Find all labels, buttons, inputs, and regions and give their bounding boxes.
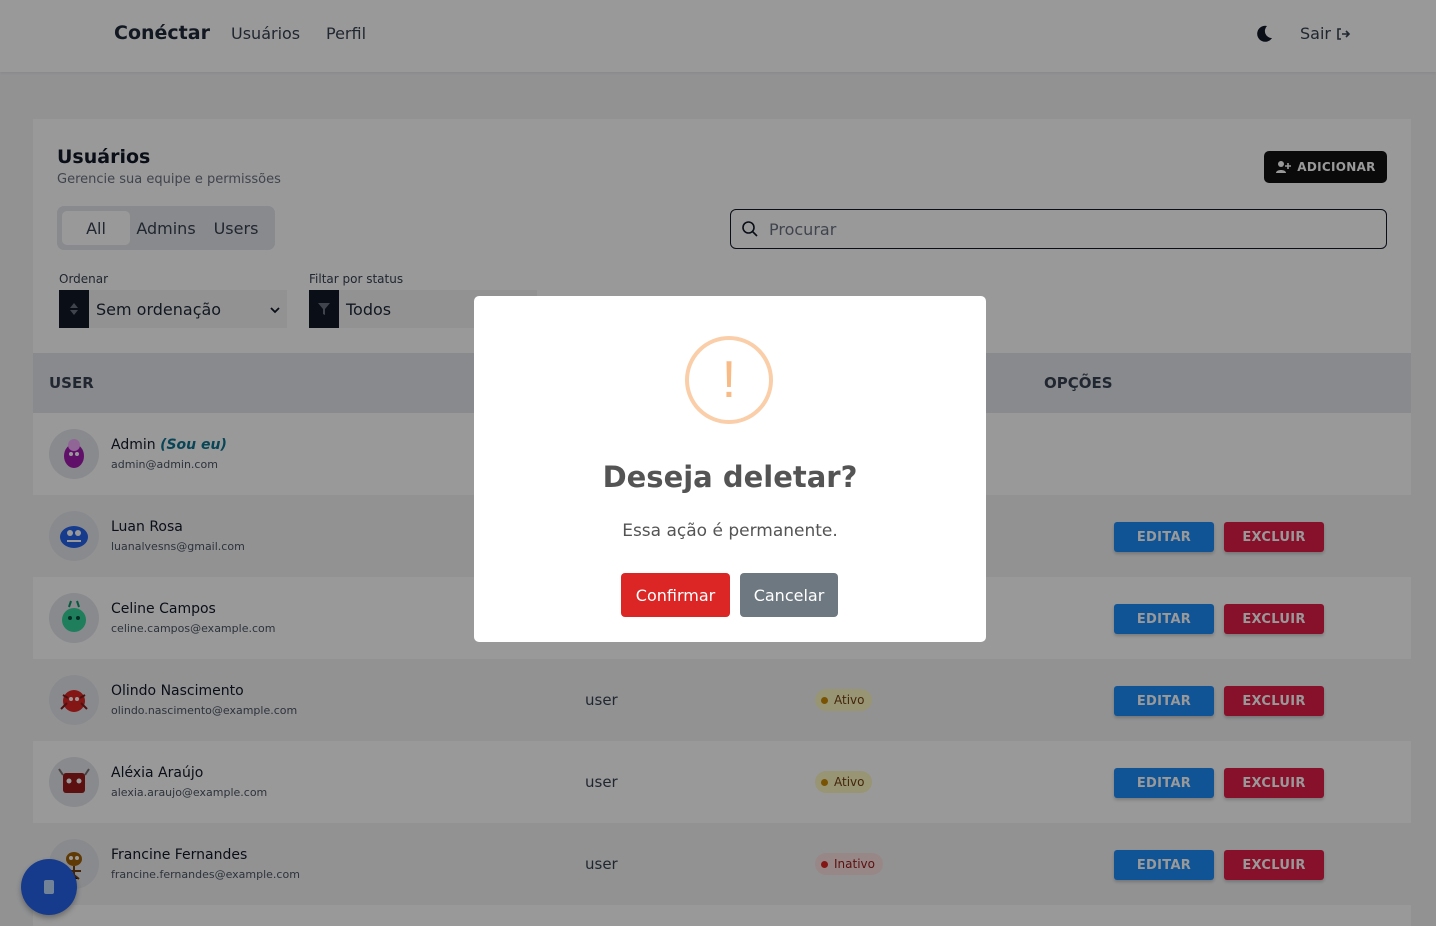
cancel-button[interactable]: Cancelar	[740, 573, 838, 617]
confirm-button[interactable]: Confirmar	[621, 573, 730, 617]
dialog-title: Deseja deletar?	[602, 460, 858, 494]
delete-confirm-dialog: ! Deseja deletar? Essa ação é permanente…	[474, 296, 986, 642]
dialog-message: Essa ação é permanente.	[622, 521, 838, 541]
warning-icon: !	[685, 336, 773, 424]
